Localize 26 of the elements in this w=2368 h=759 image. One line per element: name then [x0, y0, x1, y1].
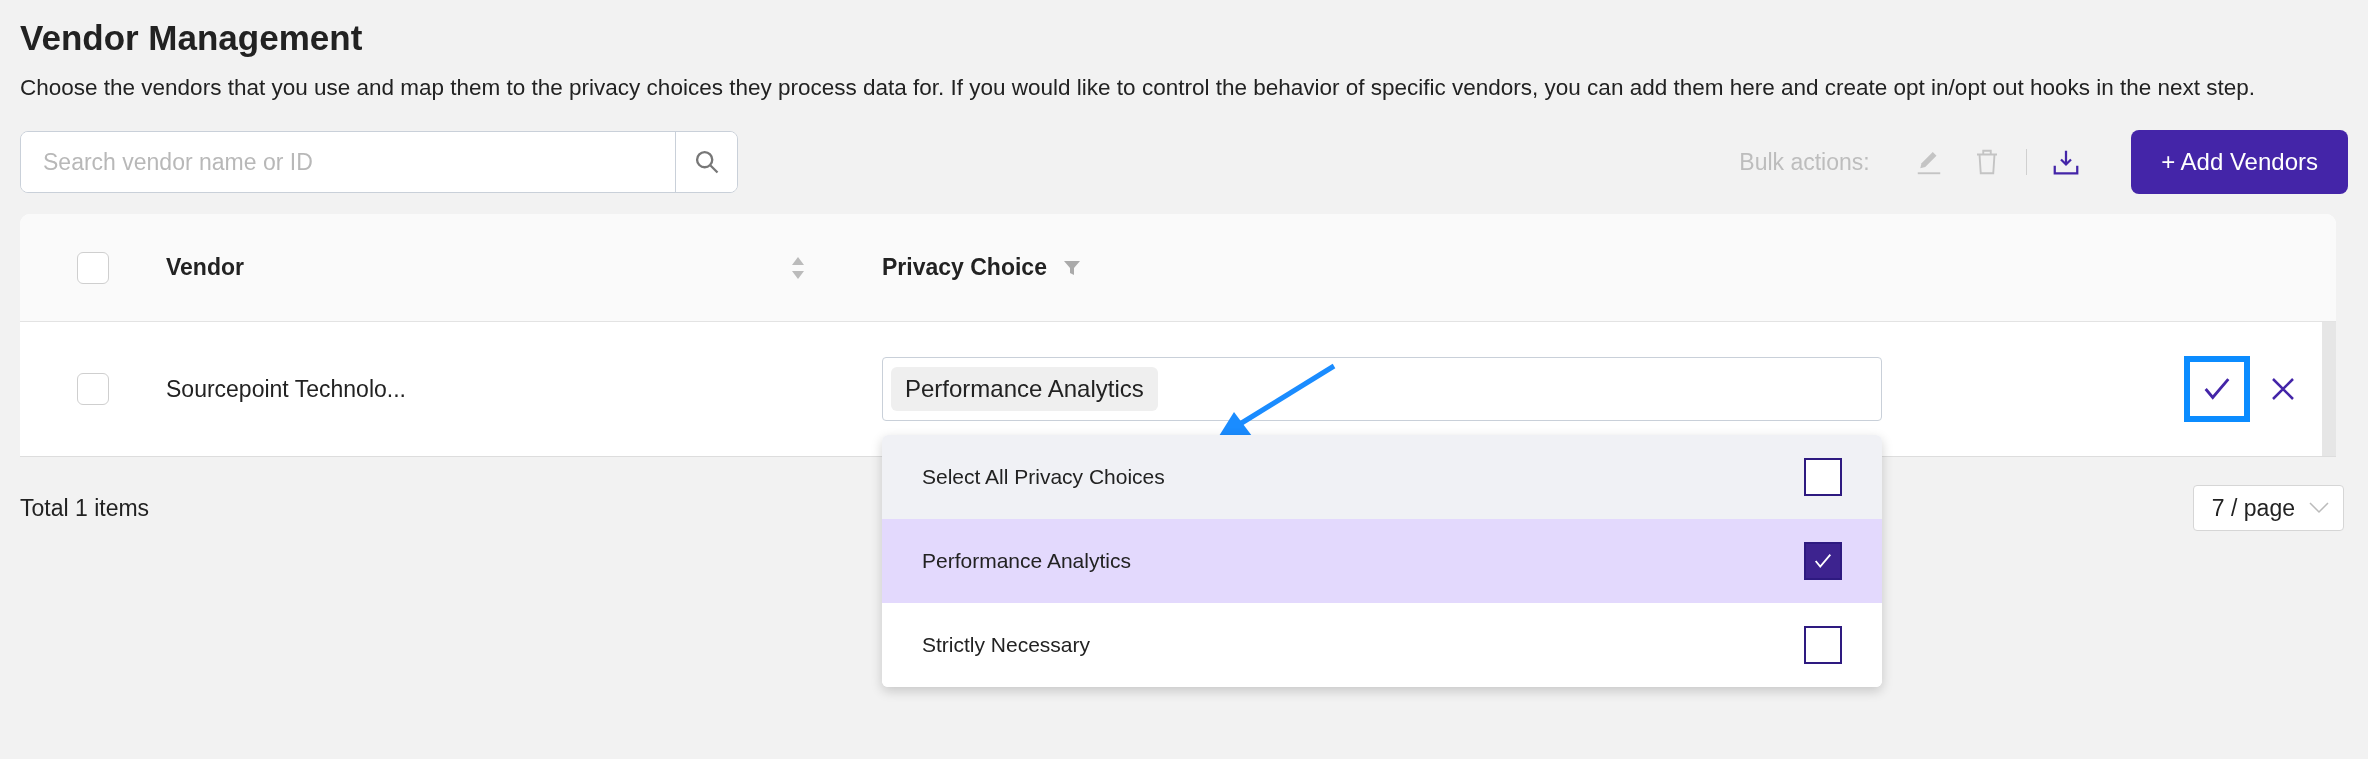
- option-label: Select All Privacy Choices: [922, 465, 1165, 489]
- total-items: Total 1 items: [20, 494, 150, 522]
- dropdown-option[interactable]: Performance Analytics: [882, 519, 1882, 603]
- row-checkbox[interactable]: [77, 373, 109, 405]
- page-description: Choose the vendors that you use and map them to the privacy choices they process data for. If you would like to control the behavior of specific vendors, you can add them here and create opt in/opt out hooks in the next step.: [20, 74, 2257, 102]
- page-size-select[interactable]: 7 / page: [2192, 485, 2344, 531]
- option-checkbox[interactable]: [1804, 626, 1842, 664]
- option-checkbox[interactable]: [1804, 458, 1842, 496]
- dropdown-option[interactable]: Select All Privacy Choices: [882, 435, 1882, 519]
- dropdown-option[interactable]: Strictly Necessary: [882, 603, 1882, 687]
- add-vendors-button[interactable]: + Add Vendors: [2131, 130, 2348, 194]
- filter-icon[interactable]: [1062, 258, 1081, 277]
- option-checkbox[interactable]: [1804, 542, 1842, 580]
- option-label: Performance Analytics: [922, 549, 1131, 573]
- column-header: Vendor: [166, 254, 244, 281]
- confirm-button[interactable]: [2184, 356, 2250, 422]
- chevron-down-icon: [2309, 502, 2329, 514]
- select-all-checkbox[interactable]: [77, 251, 109, 284]
- option-label: Strictly Necessary: [922, 633, 1091, 657]
- search-button[interactable]: [675, 132, 737, 192]
- page-title: Vendor Management: [20, 17, 364, 59]
- selected-tag: Performance Analytics: [891, 367, 1158, 411]
- search-field[interactable]: Search vendor name or ID: [20, 131, 738, 193]
- vendor-name: Sourcepoint Technolo...: [166, 375, 407, 403]
- column-header: Privacy Choice: [882, 254, 1047, 281]
- privacy-choice-select[interactable]: Performance Analytics: [882, 357, 1882, 421]
